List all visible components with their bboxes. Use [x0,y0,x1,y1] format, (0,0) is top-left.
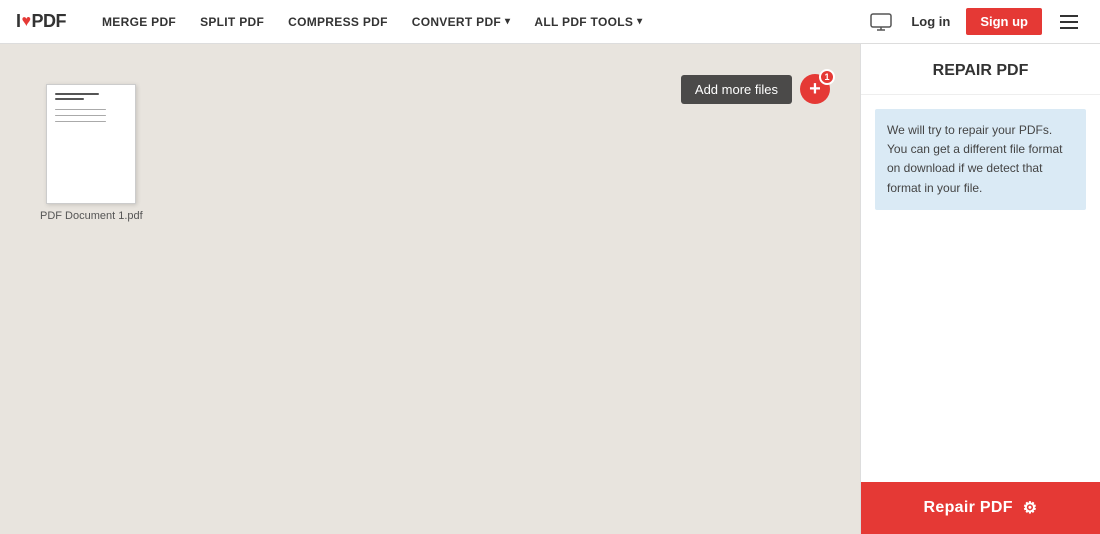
pdf-thumbnail[interactable] [46,84,136,204]
convert-pdf-arrow-icon: ▾ [505,16,510,27]
logo-i: I [16,11,21,32]
logo-pdf: PDF [32,11,67,32]
sidebar-spacer [861,224,1100,482]
nav-split-pdf[interactable]: SPLIT PDF [188,0,276,44]
sidebar-info: We will try to repair your PDFs. You can… [875,109,1086,210]
pdf-line-3 [55,109,105,110]
plus-icon: + [809,79,821,99]
all-pdf-tools-arrow-icon: ▾ [637,16,642,27]
sidebar: REPAIR PDF We will try to repair your PD… [860,44,1100,534]
pdf-line-4 [55,115,105,116]
logo[interactable]: I ♥ PDF [16,11,66,32]
hamburger-line [1060,27,1078,29]
header-right: Log in Sign up [867,7,1084,37]
monitor-icon[interactable] [867,8,895,36]
add-more-files-button[interactable]: Add more files [681,75,792,104]
nav-merge-pdf[interactable]: MERGE PDF [90,0,188,44]
signup-button[interactable]: Sign up [966,8,1042,35]
pdf-line-5 [55,121,105,122]
login-button[interactable]: Log in [903,10,958,33]
repair-pdf-button[interactable]: Repair PDF ⚙ [861,482,1100,534]
nav-all-pdf-tools[interactable]: ALL PDF TOOLS ▾ [522,0,654,44]
hamburger-menu-button[interactable] [1054,7,1084,37]
file-count-badge: 1 [819,69,835,85]
nav-convert-pdf[interactable]: CONVERT PDF ▾ [400,0,523,44]
hamburger-line [1060,15,1078,17]
add-circle-button[interactable]: + 1 [800,74,830,104]
main-nav: MERGE PDF SPLIT PDF COMPRESS PDF CONVERT… [90,0,867,44]
nav-compress-pdf[interactable]: COMPRESS PDF [276,0,400,44]
pdf-filename: PDF Document 1.pdf [40,210,143,222]
pdf-line-2 [55,98,84,100]
wrench-icon: ⚙ [1023,498,1038,518]
pdf-thumbnail-container: PDF Document 1.pdf [40,84,143,222]
content-area: Add more files + 1 PDF Document 1.pdf [0,44,860,534]
repair-pdf-label: Repair PDF [924,499,1013,517]
hamburger-line [1060,21,1078,23]
header: I ♥ PDF MERGE PDF SPLIT PDF COMPRESS PDF… [0,0,1100,44]
logo-heart-icon: ♥ [22,13,31,31]
main-content: Add more files + 1 PDF Document 1.pdf RE… [0,44,1100,534]
pdf-line-1 [55,93,98,95]
sidebar-title: REPAIR PDF [861,44,1100,95]
add-files-area: Add more files + 1 [681,74,830,104]
